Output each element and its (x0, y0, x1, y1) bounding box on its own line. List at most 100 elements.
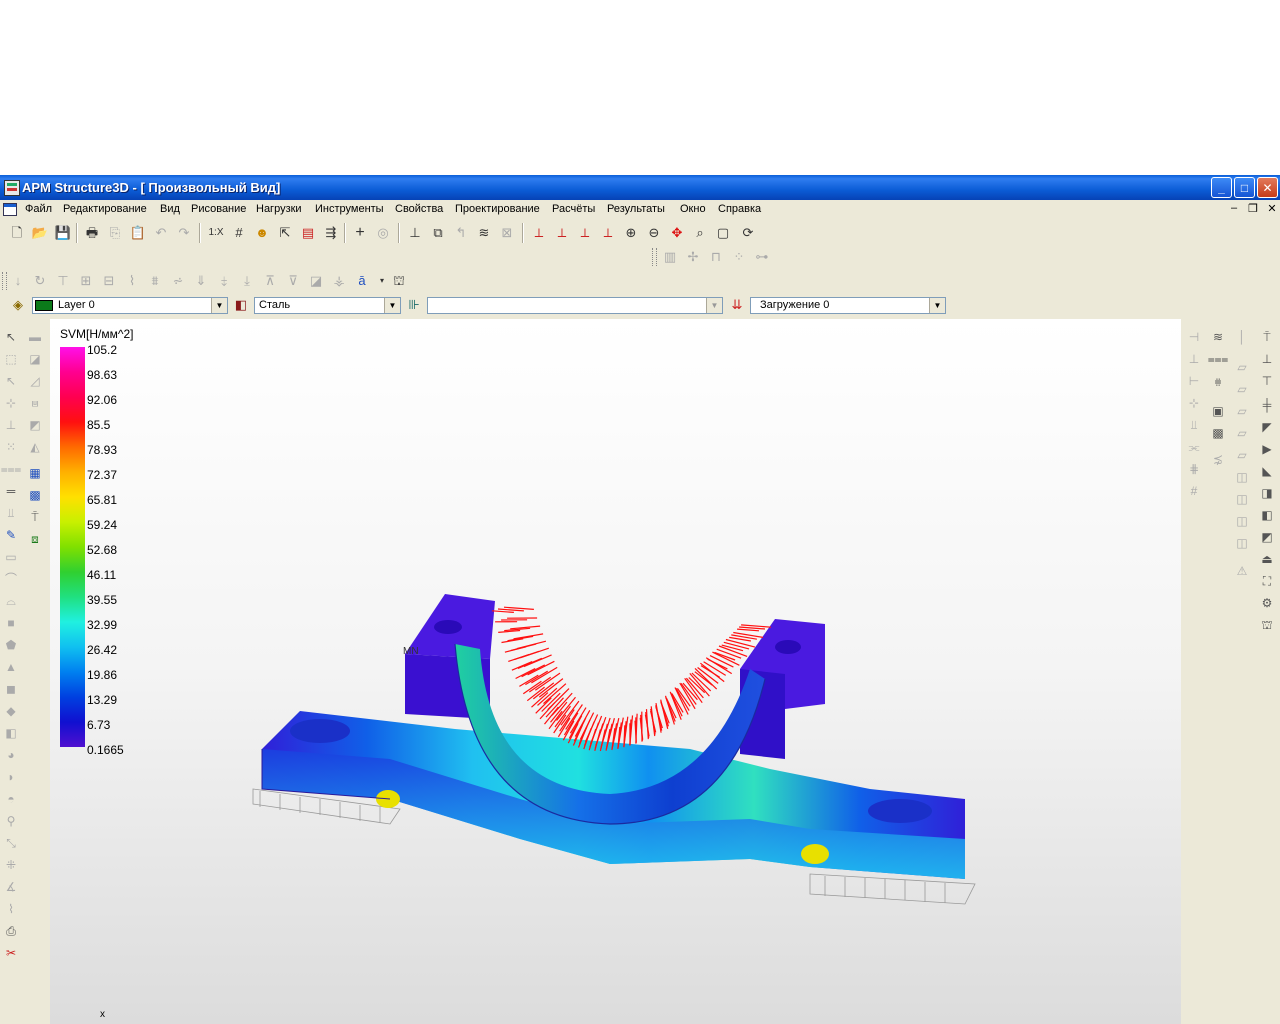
copy-icon[interactable]: ⎘ (105, 223, 125, 243)
scale-1x-icon[interactable]: 1:X (206, 223, 226, 243)
new-file-icon[interactable]: 🗋 (7, 223, 27, 243)
split-icon[interactable]: ⊠ (497, 223, 517, 243)
extrude-icon[interactable]: ◧ (0, 723, 22, 743)
box-section-icon[interactable]: ◧ (1256, 505, 1278, 525)
pipe-section-icon[interactable]: ⚙ (1256, 593, 1278, 613)
layer-icon[interactable]: ◈ (8, 295, 28, 315)
cross-section-icon[interactable]: ⛫ (1256, 615, 1278, 635)
layers-plate-icon[interactable]: ≋ (1207, 327, 1229, 347)
mesh-grid-icon[interactable]: ▦ (24, 463, 46, 483)
chevron-down-icon[interactable]: ▼ (211, 298, 227, 313)
hinge-icon[interactable]: ⫘ (1183, 437, 1205, 457)
fem-model-render[interactable] (50, 319, 1181, 1024)
zoom-out-icon[interactable]: ⊖ (644, 223, 664, 243)
chevron-down-icon[interactable]: ▼ (384, 298, 400, 313)
z-section-icon[interactable]: ⛶ (1256, 571, 1278, 591)
axes-icon[interactable]: ⊥ (405, 223, 425, 243)
menu-help[interactable]: Справка (718, 203, 761, 215)
solid-mesh-icon[interactable]: ◩ (24, 415, 46, 435)
minimize-button[interactable]: _ (1211, 177, 1232, 198)
temperature-load-icon[interactable]: ⌇ (122, 271, 142, 291)
print-layer-icon[interactable]: ⎙ (0, 921, 22, 941)
snap-points-icon[interactable]: ⁘ (729, 247, 749, 267)
print-icon[interactable]: 🖶 (82, 223, 102, 243)
results-diagram-icon[interactable]: ⛫ (389, 271, 409, 291)
beam-section-icon[interactable]: ╪ (1256, 395, 1278, 415)
add-solid-icon[interactable]: ▩ (1207, 423, 1229, 443)
pin-support-icon[interactable]: ⍑ (24, 507, 46, 527)
pressure-load-icon[interactable]: ⩩ (145, 271, 165, 291)
move-node-icon[interactable]: ⊹ (0, 393, 22, 413)
load-case-select-icon[interactable]: ⇊ (727, 295, 747, 315)
crosshair-icon[interactable]: + (350, 223, 370, 243)
curve-icon[interactable]: ⌓ (0, 591, 22, 611)
view-plate-3-icon[interactable]: ▱ (1231, 401, 1253, 421)
surface-load-icon[interactable]: ⊟ (99, 271, 119, 291)
remove-icon[interactable]: ⋨ (1207, 449, 1229, 469)
add-plate-icon[interactable]: ▣ (1207, 401, 1229, 421)
document-icon[interactable] (3, 203, 17, 216)
save-icon[interactable]: 💾 (53, 223, 73, 243)
view-solid-4-icon[interactable]: ◫ (1231, 533, 1253, 553)
title-bar[interactable]: APM Structure3D - [ Произвольный Вид] _ … (0, 175, 1280, 200)
linear-load-icon[interactable]: ⩫ (168, 271, 188, 291)
section-icon[interactable]: ⊪ (404, 295, 424, 315)
snap-node-icon[interactable]: ✢ (683, 247, 703, 267)
tri-mesh-icon[interactable]: ◭ (24, 437, 46, 457)
channel-icon[interactable]: ◨ (1256, 483, 1278, 503)
pointer-icon[interactable]: ↖ (0, 327, 22, 347)
rotate-view-icon[interactable]: ⟳ (738, 223, 758, 243)
zoom-extents-icon[interactable]: ▢ (713, 223, 733, 243)
menu-window[interactable]: Окно (680, 203, 706, 215)
frame-mesh-icon[interactable]: ⩏ (24, 393, 46, 413)
toolbar-grip[interactable] (2, 272, 7, 290)
menu-view[interactable]: Вид (160, 203, 180, 215)
column-top-icon[interactable]: ⊤ (1256, 371, 1278, 391)
revolve-icon[interactable]: ◕ (0, 745, 22, 765)
move-tool-icon[interactable]: ⇶ (321, 223, 341, 243)
delete-icon[interactable]: ✂ (0, 943, 22, 963)
layers-icon[interactable]: ≋ (474, 223, 494, 243)
angle-icon[interactable]: ∡ (0, 877, 22, 897)
material-select[interactable]: Сталь ▼ (254, 297, 401, 314)
connect-icon[interactable]: ⚲ (0, 811, 22, 831)
view-front-icon[interactable]: ⟂ (529, 223, 549, 243)
sweep-icon[interactable]: ◗ (0, 767, 22, 787)
warning-icon[interactable]: ⚠ (1231, 561, 1253, 581)
surface-mesh-icon[interactable]: ◪ (24, 349, 46, 369)
arc-icon[interactable]: ⌒ (0, 569, 22, 589)
load-case-icon[interactable]: ā (352, 271, 372, 291)
view-plate-2-icon[interactable]: ▱ (1231, 379, 1253, 399)
rotate-element-icon[interactable]: ↰ (451, 223, 471, 243)
view-solid-2-icon[interactable]: ◫ (1231, 489, 1253, 509)
pencil-icon[interactable]: ✎ (0, 525, 22, 545)
maximize-button[interactable]: □ (1234, 177, 1255, 198)
plate-icon[interactable]: ■ (0, 613, 22, 633)
material-icon[interactable]: ◧ (231, 295, 251, 315)
array-icon[interactable]: ⁜ (0, 855, 22, 875)
element-icon[interactable]: ⧉ (428, 223, 448, 243)
plate-mesh-icon[interactable]: ▬ (24, 327, 46, 347)
plate-deform-icon[interactable]: ⩷ (1207, 371, 1229, 391)
zoom-window-icon[interactable]: ⌕ (690, 223, 710, 243)
view-plate-4-icon[interactable]: ▱ (1231, 423, 1253, 443)
model-viewport[interactable]: SVM[Н/мм^2] 105.2 98.63 92.06 85.5 78.93 72.3… (50, 319, 1181, 1024)
shell-icon[interactable]: ⬟ (0, 635, 22, 655)
menu-calculations[interactable]: Расчёты (552, 203, 595, 215)
mdi-minimize-button[interactable]: – (1226, 202, 1242, 214)
wind-load-icon[interactable]: ⚶ (329, 271, 349, 291)
uniform-load-icon[interactable]: ⊞ (76, 271, 96, 291)
plate-load-icon[interactable]: ◪ (306, 271, 326, 291)
solid-icon[interactable]: ◼ (0, 679, 22, 699)
variable-load-icon[interactable]: ⊽ (283, 271, 303, 291)
toolbar-grip[interactable] (652, 248, 657, 266)
snap-icon[interactable]: ◎ (373, 223, 393, 243)
palette-icon[interactable]: ☻ (252, 223, 272, 243)
zoom-in-icon[interactable]: ⊕ (621, 223, 641, 243)
view-top-icon[interactable]: ⟂ (575, 223, 595, 243)
gravity-icon[interactable]: ⤓ (237, 271, 257, 291)
close-button[interactable]: ✕ (1257, 177, 1278, 198)
menu-tools[interactable]: Инструменты (315, 203, 384, 215)
snap-frame-icon[interactable]: ⊓ (706, 247, 726, 267)
view-plate-5-icon[interactable]: ▱ (1231, 445, 1253, 465)
